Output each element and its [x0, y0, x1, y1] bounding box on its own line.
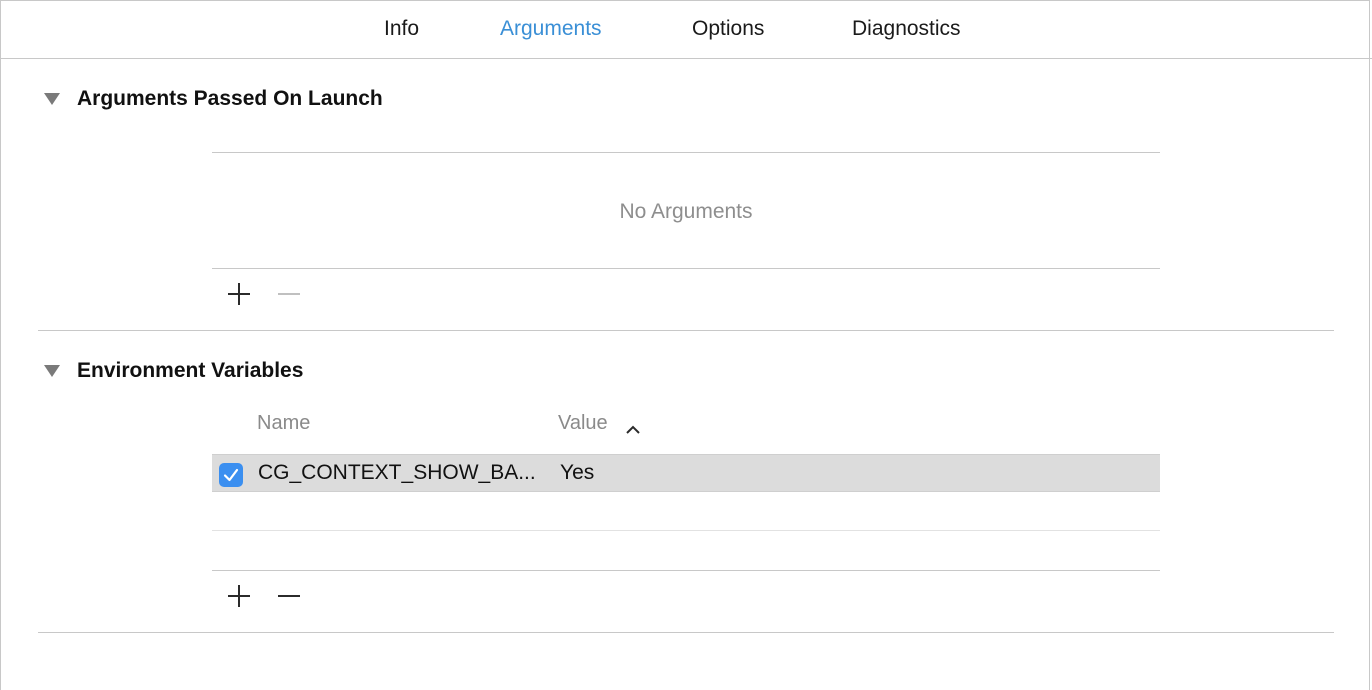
section-divider	[38, 632, 1334, 633]
tab-bar: Info Arguments Options Diagnostics	[0, 0, 1372, 59]
value-column-header[interactable]: Value	[558, 412, 608, 435]
row-divider	[212, 530, 1160, 531]
disclosure-triangle-icon[interactable]	[44, 93, 60, 105]
tab-diagnostics[interactable]: Diagnostics	[852, 17, 961, 41]
arguments-table-top-divider	[212, 152, 1160, 153]
env-section-title: Environment Variables	[77, 359, 304, 382]
table-row[interactable]: CG_CONTEXT_SHOW_BA... Yes	[212, 454, 1160, 492]
minus-icon	[278, 293, 300, 295]
tab-options[interactable]: Options	[692, 17, 764, 41]
add-argument-button[interactable]	[227, 282, 251, 306]
arguments-section-header: Arguments Passed On Launch	[44, 87, 383, 111]
minus-icon	[278, 595, 300, 597]
arguments-table-bottom-divider	[212, 268, 1160, 269]
tab-arguments[interactable]: Arguments	[500, 17, 602, 41]
no-arguments-placeholder: No Arguments	[619, 200, 753, 223]
name-column-header[interactable]: Name	[257, 412, 310, 435]
section-divider	[38, 330, 1334, 331]
tab-info[interactable]: Info	[384, 17, 419, 41]
env-table-bottom-divider	[212, 570, 1160, 571]
checkmark-icon	[223, 468, 239, 482]
enabled-checkbox[interactable]	[219, 463, 243, 487]
env-var-value[interactable]: Yes	[560, 461, 594, 485]
chevron-up-icon	[626, 425, 640, 434]
add-env-var-button[interactable]	[227, 584, 251, 608]
env-section-header: Environment Variables	[44, 359, 303, 383]
env-var-name[interactable]: CG_CONTEXT_SHOW_BA...	[258, 461, 536, 485]
remove-argument-button[interactable]	[277, 282, 301, 306]
arguments-section-title: Arguments Passed On Launch	[77, 87, 383, 110]
remove-env-var-button[interactable]	[277, 584, 301, 608]
disclosure-triangle-icon[interactable]	[44, 365, 60, 377]
